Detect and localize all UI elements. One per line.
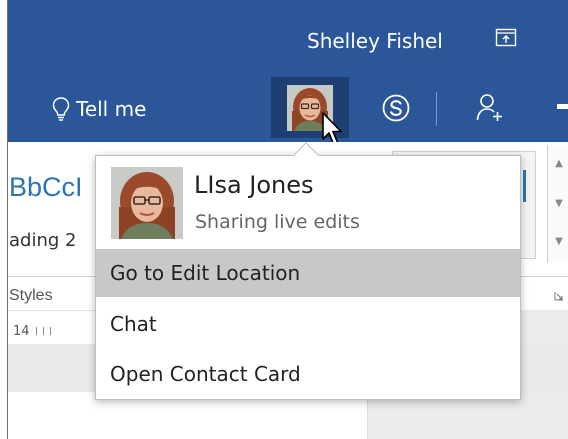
share-icon[interactable]	[495, 28, 517, 48]
skype-icon[interactable]	[380, 92, 412, 124]
ruler-number: 14	[13, 323, 30, 339]
tell-me-label: Tell me	[76, 97, 147, 121]
gallery-more-icon[interactable]: ▼	[552, 237, 566, 247]
style-preview-sample[interactable]: BbCcI	[9, 172, 83, 203]
ribbon-separator	[436, 92, 437, 126]
contact-name: LIsa Jones	[194, 171, 314, 199]
tell-me-search[interactable]: Tell me	[52, 96, 146, 122]
lightbulb-icon	[52, 97, 70, 121]
horizontal-ruler[interactable]: 14	[8, 318, 108, 344]
gallery-scroll-up-icon[interactable]: ▲	[552, 159, 566, 169]
contact-status: Sharing live edits	[195, 211, 360, 233]
word-window: Shelley Fishel Tell me BbCcI ading 2 ▲ ▼…	[7, 0, 568, 439]
styles-group-label: Styles	[9, 287, 53, 304]
contact-popup: LIsa Jones Sharing live edits Go to Edit…	[95, 155, 521, 400]
ruler-tick	[42, 327, 44, 335]
open-contact-card-item[interactable]: Open Contact Card	[96, 350, 520, 398]
gallery-scroll-down-icon[interactable]: ▼	[552, 199, 566, 209]
style-preview-bar	[523, 170, 526, 202]
chat-item[interactable]: Chat	[96, 300, 520, 348]
style-preview-name: ading 2	[9, 230, 77, 251]
dialog-launcher-icon[interactable]	[554, 291, 564, 301]
add-user-icon[interactable]	[476, 92, 504, 122]
ruler-tick	[49, 327, 51, 335]
signed-in-user-name[interactable]: Shelley Fishel	[307, 29, 443, 53]
go-to-edit-location-item[interactable]: Go to Edit Location	[96, 249, 520, 297]
ribbon-overflow-button[interactable]	[557, 104, 568, 109]
contact-avatar	[111, 167, 183, 239]
ruler-tick	[35, 327, 37, 335]
title-bar	[8, 0, 568, 76]
styles-gallery-scroller: ▲ ▼ ▼	[547, 145, 568, 263]
